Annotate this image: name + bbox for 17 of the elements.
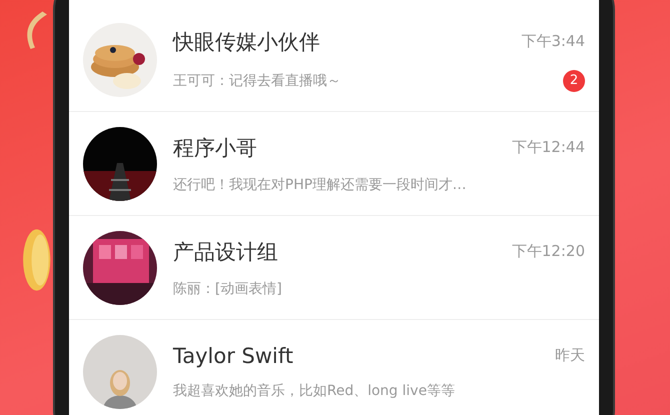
chat-time: 昨天 xyxy=(555,346,585,365)
unread-count: 2 xyxy=(563,70,585,92)
chat-time: 下午3:44 xyxy=(521,32,585,51)
chat-name: 快眼传媒小伙伴 xyxy=(173,28,320,56)
chat-row[interactable]: 产品设计组 下午12:20 陈丽：[动画表情] xyxy=(69,216,599,320)
chat-row[interactable]: 快眼传媒小伙伴 下午3:44 王可可：记得去看直播哦～ 2 xyxy=(69,8,599,112)
message-preview: 我超喜欢她的音乐，比如Red、long live等等 xyxy=(173,382,455,400)
chat-name: Taylor Swift xyxy=(173,344,294,368)
chat-row[interactable]: Taylor Swift 昨天 我超喜欢她的音乐，比如Red、long live等等 xyxy=(69,320,599,415)
chat-time: 下午12:20 xyxy=(512,242,585,261)
chat-row[interactable]: 程序小哥 下午12:44 还行吧！我现在对PHP理解还需要一段时间才… xyxy=(69,112,599,216)
chat-name: 产品设计组 xyxy=(173,238,278,266)
message-preview: 还行吧！我现在对PHP理解还需要一段时间才… xyxy=(173,176,466,194)
message-preview: 王可可：记得去看直播哦～ xyxy=(173,72,341,90)
chat-name: 程序小哥 xyxy=(173,134,257,162)
chat-time: 下午12:44 xyxy=(512,138,585,157)
message-preview: 陈丽：[动画表情] xyxy=(173,280,282,298)
